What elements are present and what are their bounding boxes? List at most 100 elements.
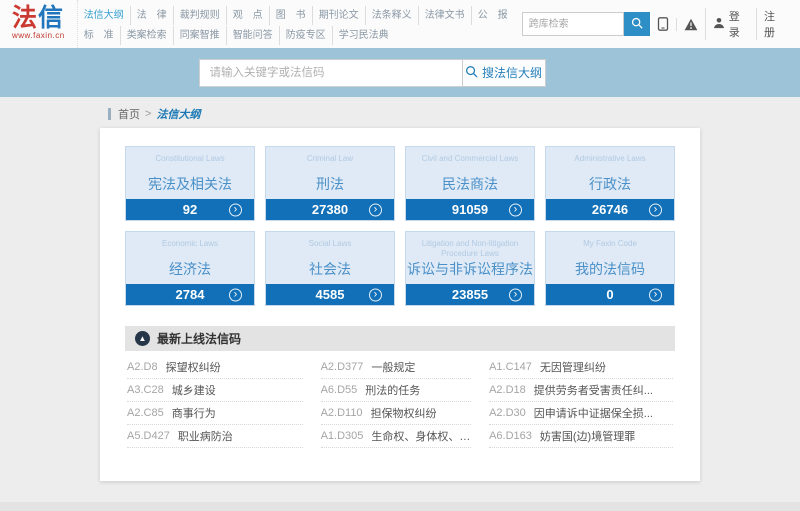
faxin-code-title: 刑法的任务 xyxy=(365,385,421,397)
arrow-circle-icon[interactable]: › xyxy=(649,203,662,216)
nav-item[interactable]: 法 律 xyxy=(129,6,173,25)
nav-item[interactable]: 裁判规则 xyxy=(172,6,226,25)
faxin-code-title: 妨害国(边)境管理罪 xyxy=(539,431,636,443)
category-card[interactable]: My Faxin Code 我的法信码 0 › xyxy=(545,231,675,306)
arrow-circle-icon[interactable]: › xyxy=(509,288,522,301)
faxin-code: A5.D427 xyxy=(127,430,170,442)
category-count-bar[interactable]: 23855 › xyxy=(406,284,534,305)
category-card-body: Constitutional Laws 宪法及相关法 xyxy=(126,147,254,199)
login-label: 登录 xyxy=(728,11,740,39)
category-card[interactable]: Economic Laws 经济法 2784 › xyxy=(125,231,255,306)
logo-char-fa: 法 xyxy=(12,4,39,32)
faxin-code: A1.D305 xyxy=(320,430,364,442)
category-count-bar[interactable]: 91059 › xyxy=(406,199,534,220)
faxin-code-item[interactable]: A3.C28 城乡建设 xyxy=(127,379,303,402)
logo-char-xin: 信 xyxy=(38,4,65,32)
nav-item[interactable]: 法律文书 xyxy=(417,6,471,25)
faxin-code-item[interactable]: A2.D18 提供劳务者受害责任纠... xyxy=(489,379,673,402)
main-search-button-label: 搜法信大纲 xyxy=(481,66,542,80)
site-logo[interactable]: 法信 www.faxin.cn xyxy=(0,0,78,48)
category-count-bar[interactable]: 27380 › xyxy=(266,199,394,220)
alert-icon[interactable] xyxy=(675,17,705,31)
faxin-code-item[interactable]: A2.D377 一般规定 xyxy=(320,356,472,379)
category-cards: Constitutional Laws 宪法及相关法 92 › Criminal… xyxy=(125,146,675,306)
nav-item[interactable]: 标 准 xyxy=(78,26,120,45)
category-count-bar[interactable]: 92 › xyxy=(126,199,254,220)
nav-item[interactable]: 法信大纲 xyxy=(78,6,130,25)
nav-item[interactable]: 公 报 xyxy=(470,6,514,25)
breadcrumb-separator: > xyxy=(145,108,152,120)
arrow-circle-icon[interactable]: › xyxy=(229,288,242,301)
login-link[interactable]: 登录 xyxy=(704,8,756,40)
category-card[interactable]: Civil and Commercial Laws 民法商法 91059 › xyxy=(405,146,535,221)
arrow-circle-icon[interactable]: › xyxy=(649,288,662,301)
category-title: 社会法 xyxy=(309,261,351,277)
faxin-code-title: 探望权纠纷 xyxy=(165,362,221,374)
category-count-bar[interactable]: 2784 › xyxy=(126,284,254,305)
nav-item[interactable]: 同案智推 xyxy=(172,26,226,45)
category-title: 刑法 xyxy=(316,176,344,192)
faxin-code-title: 因申请诉中证据保全损... xyxy=(533,408,653,420)
category-card[interactable]: Constitutional Laws 宪法及相关法 92 › xyxy=(125,146,255,221)
category-title: 经济法 xyxy=(169,261,211,277)
nav-item[interactable]: 观 点 xyxy=(225,6,269,25)
nav-item[interactable]: 学习民法典 xyxy=(331,26,395,45)
category-english-label: Litigation and Non-litigation Procedure … xyxy=(421,239,519,258)
user-icon xyxy=(713,17,725,32)
nav-item[interactable]: 图 书 xyxy=(268,6,312,25)
cross-db-search-input[interactable] xyxy=(521,12,624,36)
breadcrumb-marker xyxy=(108,108,111,120)
main-search-input[interactable] xyxy=(198,58,463,87)
faxin-code-item[interactable]: A2.C85 商事行为 xyxy=(127,402,303,425)
register-link[interactable]: 注册 xyxy=(755,8,792,40)
category-card[interactable]: Administrative Laws 行政法 26746 › xyxy=(545,146,675,221)
nav-item[interactable]: 防疫专区 xyxy=(278,26,332,45)
cross-db-search-button[interactable] xyxy=(623,12,650,36)
category-count-bar[interactable]: 26746 › xyxy=(546,199,674,220)
category-count-bar[interactable]: 0 › xyxy=(546,284,674,305)
header-tools: 登录 注册 xyxy=(650,8,800,40)
faxin-code-item[interactable]: A6.D163 妨害国(边)境管理罪 xyxy=(489,425,673,448)
faxin-code: A2.C85 xyxy=(127,407,164,419)
faxin-code-item[interactable]: A5.D427 职业病防治 xyxy=(127,425,303,448)
faxin-code: A1.C147 xyxy=(489,361,532,373)
faxin-code-item[interactable]: A6.D55 刑法的任务 xyxy=(320,379,472,402)
register-label: 注册 xyxy=(763,11,775,39)
arrow-circle-icon[interactable]: › xyxy=(229,203,242,216)
category-count-bar[interactable]: 4585 › xyxy=(266,284,394,305)
category-count: 92 xyxy=(182,202,198,217)
faxin-code-title: 生命权、身体权、健康... xyxy=(371,431,471,443)
faxin-code-item[interactable]: A2.D110 担保物权纠纷 xyxy=(320,402,472,425)
category-card[interactable]: Criminal Law 刑法 27380 › xyxy=(265,146,395,221)
nav-item[interactable]: 法条释义 xyxy=(364,6,418,25)
category-title: 民法商法 xyxy=(442,176,498,192)
category-english-label: Social Laws xyxy=(308,239,352,248)
arrow-circle-icon[interactable]: › xyxy=(369,203,382,216)
category-card-body: Administrative Laws 行政法 xyxy=(546,147,674,199)
faxin-code-item[interactable]: A2.D30 因申请诉中证据保全损... xyxy=(489,402,673,425)
category-english-label: My Faxin Code xyxy=(583,239,637,248)
arrow-circle-icon[interactable]: › xyxy=(369,288,382,301)
faxin-code-item[interactable]: A2.D8 探望权纠纷 xyxy=(127,356,303,379)
category-card-body: Litigation and Non-litigation Procedure … xyxy=(406,232,534,284)
arrow-circle-icon[interactable]: › xyxy=(509,203,522,216)
cross-db-search xyxy=(521,12,650,36)
category-title: 我的法信码 xyxy=(575,261,645,277)
nav-item[interactable]: 类案检索 xyxy=(119,26,173,45)
faxin-code: A6.D55 xyxy=(320,384,358,396)
mobile-app-icon[interactable] xyxy=(650,17,676,31)
latest-badge-icon: ▲ xyxy=(135,331,150,346)
faxin-code-item[interactable]: A1.C147 无因管理纠纷 xyxy=(489,356,673,379)
category-count: 91059 xyxy=(451,202,489,217)
category-card[interactable]: Litigation and Non-litigation Procedure … xyxy=(405,231,535,306)
category-count: 0 xyxy=(606,287,614,302)
main-search-button[interactable]: 搜法信大纲 xyxy=(461,58,546,87)
nav-item[interactable]: 期刊论文 xyxy=(311,6,365,25)
category-count: 23855 xyxy=(451,287,489,302)
faxin-code-title: 城乡建设 xyxy=(171,385,216,397)
breadcrumb-home[interactable]: 首页 xyxy=(118,106,140,122)
nav-item[interactable]: 智能问答 xyxy=(225,26,279,45)
page-footer-strip xyxy=(0,502,800,511)
category-card[interactable]: Social Laws 社会法 4585 › xyxy=(265,231,395,306)
faxin-code-item[interactable]: A1.D305 生命权、身体权、健康... xyxy=(320,425,472,448)
